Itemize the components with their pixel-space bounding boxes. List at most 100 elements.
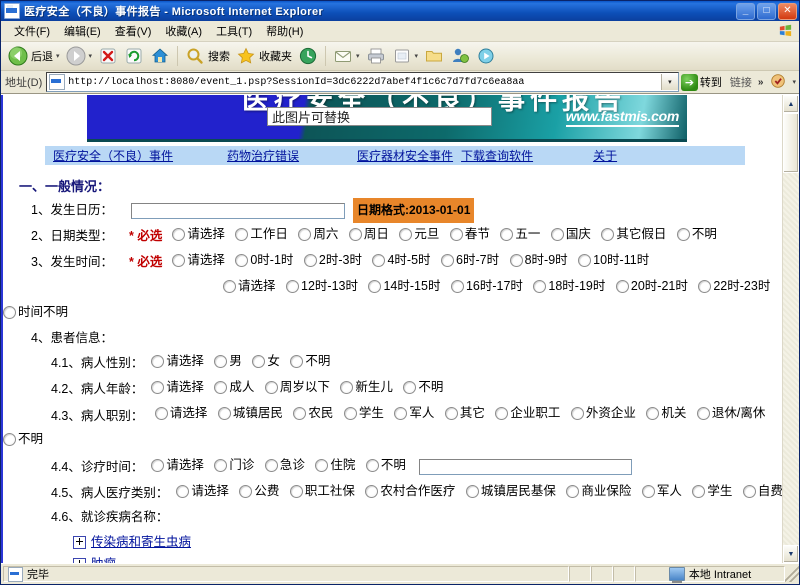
radio-time-10[interactable]: 16时-17时 [450,275,523,298]
radio-date-type-8[interactable]: 其它假日 [601,223,666,246]
radio-insurance-3[interactable]: 农村合作医疗 [365,480,455,503]
resize-grip[interactable] [785,566,799,582]
mail-dropdown-icon[interactable]: ▾ [356,52,360,60]
tree-item[interactable]: 传染病和寄生虫病 [73,531,782,553]
radio-time-2[interactable]: 2时-3时 [303,249,362,272]
media-button[interactable] [473,44,499,68]
radio-insurance-4[interactable]: 城镇居民基保 [465,480,556,503]
nav-link-download-software[interactable]: 下载查询软件 [461,147,533,164]
search-button[interactable]: 搜索 [182,44,233,68]
radio-occupation-9[interactable]: 退休/离休 [696,402,765,425]
radio-insurance-8[interactable]: 自费 [742,480,782,503]
menu-tools[interactable]: 工具(T) [209,21,259,41]
radio-gender-0[interactable]: 请选择 [151,350,204,373]
radio-age-4[interactable]: 不明 [403,376,443,399]
security-zone-cell[interactable]: 本地 Intranet [635,566,785,583]
radio-gender-1[interactable]: 男 [214,350,242,373]
radio-age-1[interactable]: 成人 [214,376,254,399]
radio-time-9[interactable]: 14时-15时 [368,275,440,298]
radio-date-type-6[interactable]: 五一 [500,223,540,246]
messenger-button[interactable] [447,44,473,68]
radio-occupation-6[interactable]: 企业职工 [495,402,560,425]
radio-occupation-3[interactable]: 学生 [343,402,384,425]
radio-time-12[interactable]: 20时-21时 [615,275,688,298]
radio-insurance-5[interactable]: 商业保险 [566,480,631,503]
radio-date-type-4[interactable]: 元旦 [399,223,439,246]
radio-gender-2[interactable]: 女 [252,350,280,373]
radio-occupation-4[interactable]: 军人 [394,402,434,425]
radio-time-4[interactable]: 6时-7时 [441,249,499,272]
radio-date-type-9[interactable]: 不明 [676,223,717,246]
visit-time-text-input[interactable] [418,459,632,475]
menu-edit[interactable]: 编辑(E) [57,21,108,41]
radio-date-type-3[interactable]: 周日 [348,223,389,246]
print-button[interactable] [363,44,389,68]
stop-button[interactable] [95,44,121,68]
radio-insurance-6[interactable]: 军人 [641,480,682,503]
scroll-up-button[interactable]: ▲ [783,95,799,113]
links-chevron-icon[interactable]: » [755,77,767,88]
radio-occupation-1[interactable]: 城镇居民 [217,402,283,425]
favorites-button[interactable]: 收藏夹 [233,44,295,68]
radio-occupation-5[interactable]: 其它 [444,402,485,425]
back-button[interactable]: 后退 ▾ [5,44,63,68]
forward-button[interactable]: ▾ [63,44,96,68]
radio-time-14[interactable]: 时间不明 [3,301,68,324]
tree-item[interactable]: 肿瘤 [73,553,782,563]
tree-item-label[interactable]: 肿瘤 [91,553,116,564]
address-input[interactable]: http://localhost:8080/event_1.psp?Sessio… [46,72,679,92]
tree-item-label[interactable]: 传染病和寄生虫病 [91,531,191,554]
nav-link-device-event[interactable]: 医疗器材安全事件 [357,147,453,164]
radio-occupation-7[interactable]: 外资企业 [570,402,636,425]
edit-button[interactable]: ▾ [389,44,422,68]
radio-occupation-10[interactable]: 不明 [3,428,43,451]
radio-date-type-7[interactable]: 国庆 [550,223,591,246]
radio-time-3[interactable]: 4时-5时 [372,249,431,272]
nav-link-medication-error[interactable]: 药物治疗错误 [227,147,299,164]
radio-visit-1[interactable]: 门诊 [214,454,254,477]
scroll-down-button[interactable]: ▼ [783,545,799,563]
radio-age-0[interactable]: 请选择 [151,376,204,399]
links-label[interactable]: 链接 [727,74,755,90]
radio-age-3[interactable]: 新生儿 [340,376,393,399]
radio-date-type-1[interactable]: 工作日 [235,223,288,246]
home-button[interactable] [147,44,173,68]
radio-time-1[interactable]: 0时-1时 [235,249,293,272]
radio-gender-3[interactable]: 不明 [290,350,330,373]
radio-time-13[interactable]: 22时-23时 [698,275,770,298]
nav-link-adverse-event[interactable]: 医疗安全（不良）事件 [53,147,173,164]
menu-favorites[interactable]: 收藏(A) [158,21,209,41]
occurrence-date-input[interactable] [131,202,345,219]
menu-file[interactable]: 文件(F) [7,21,57,41]
norton-icon-button[interactable]: ▾ [766,70,799,94]
expand-plus-icon[interactable] [73,535,86,549]
history-button[interactable] [295,44,321,68]
radio-occupation-8[interactable]: 机关 [646,402,686,425]
scroll-thumb[interactable] [783,113,799,173]
radio-occupation-0[interactable]: 请选择 [154,402,207,425]
close-button[interactable]: ✕ [778,2,797,20]
radio-date-type-0[interactable]: 请选择 [172,223,225,246]
radio-visit-0[interactable]: 请选择 [151,454,204,477]
radio-age-2[interactable]: 周岁以下 [264,376,330,399]
page-vertical-scrollbar[interactable]: ▲ ▼ [782,95,799,563]
scroll-track[interactable] [783,113,799,545]
minimize-button[interactable]: _ [736,2,755,20]
radio-visit-4[interactable]: 不明 [365,454,406,477]
address-dropdown-button[interactable]: ▾ [660,74,678,90]
forward-dropdown-icon[interactable]: ▾ [89,52,93,60]
edit-dropdown-icon[interactable]: ▾ [415,52,419,60]
menu-view[interactable]: 查看(V) [108,21,159,41]
radio-visit-2[interactable]: 急诊 [264,454,305,477]
menu-help[interactable]: 帮助(H) [259,21,310,41]
go-button[interactable]: ➔ 转到 [679,72,727,92]
radio-time-11[interactable]: 18时-19时 [533,275,605,298]
radio-occupation-2[interactable]: 农民 [293,402,333,425]
expand-plus-icon[interactable] [73,557,86,563]
radio-date-type-2[interactable]: 周六 [298,223,338,246]
folder-button[interactable] [421,44,447,68]
radio-date-type-5[interactable]: 春节 [449,223,490,246]
radio-insurance-1[interactable]: 公费 [239,480,279,503]
refresh-button[interactable] [121,44,147,68]
radio-time-0[interactable]: 请选择 [172,249,225,272]
